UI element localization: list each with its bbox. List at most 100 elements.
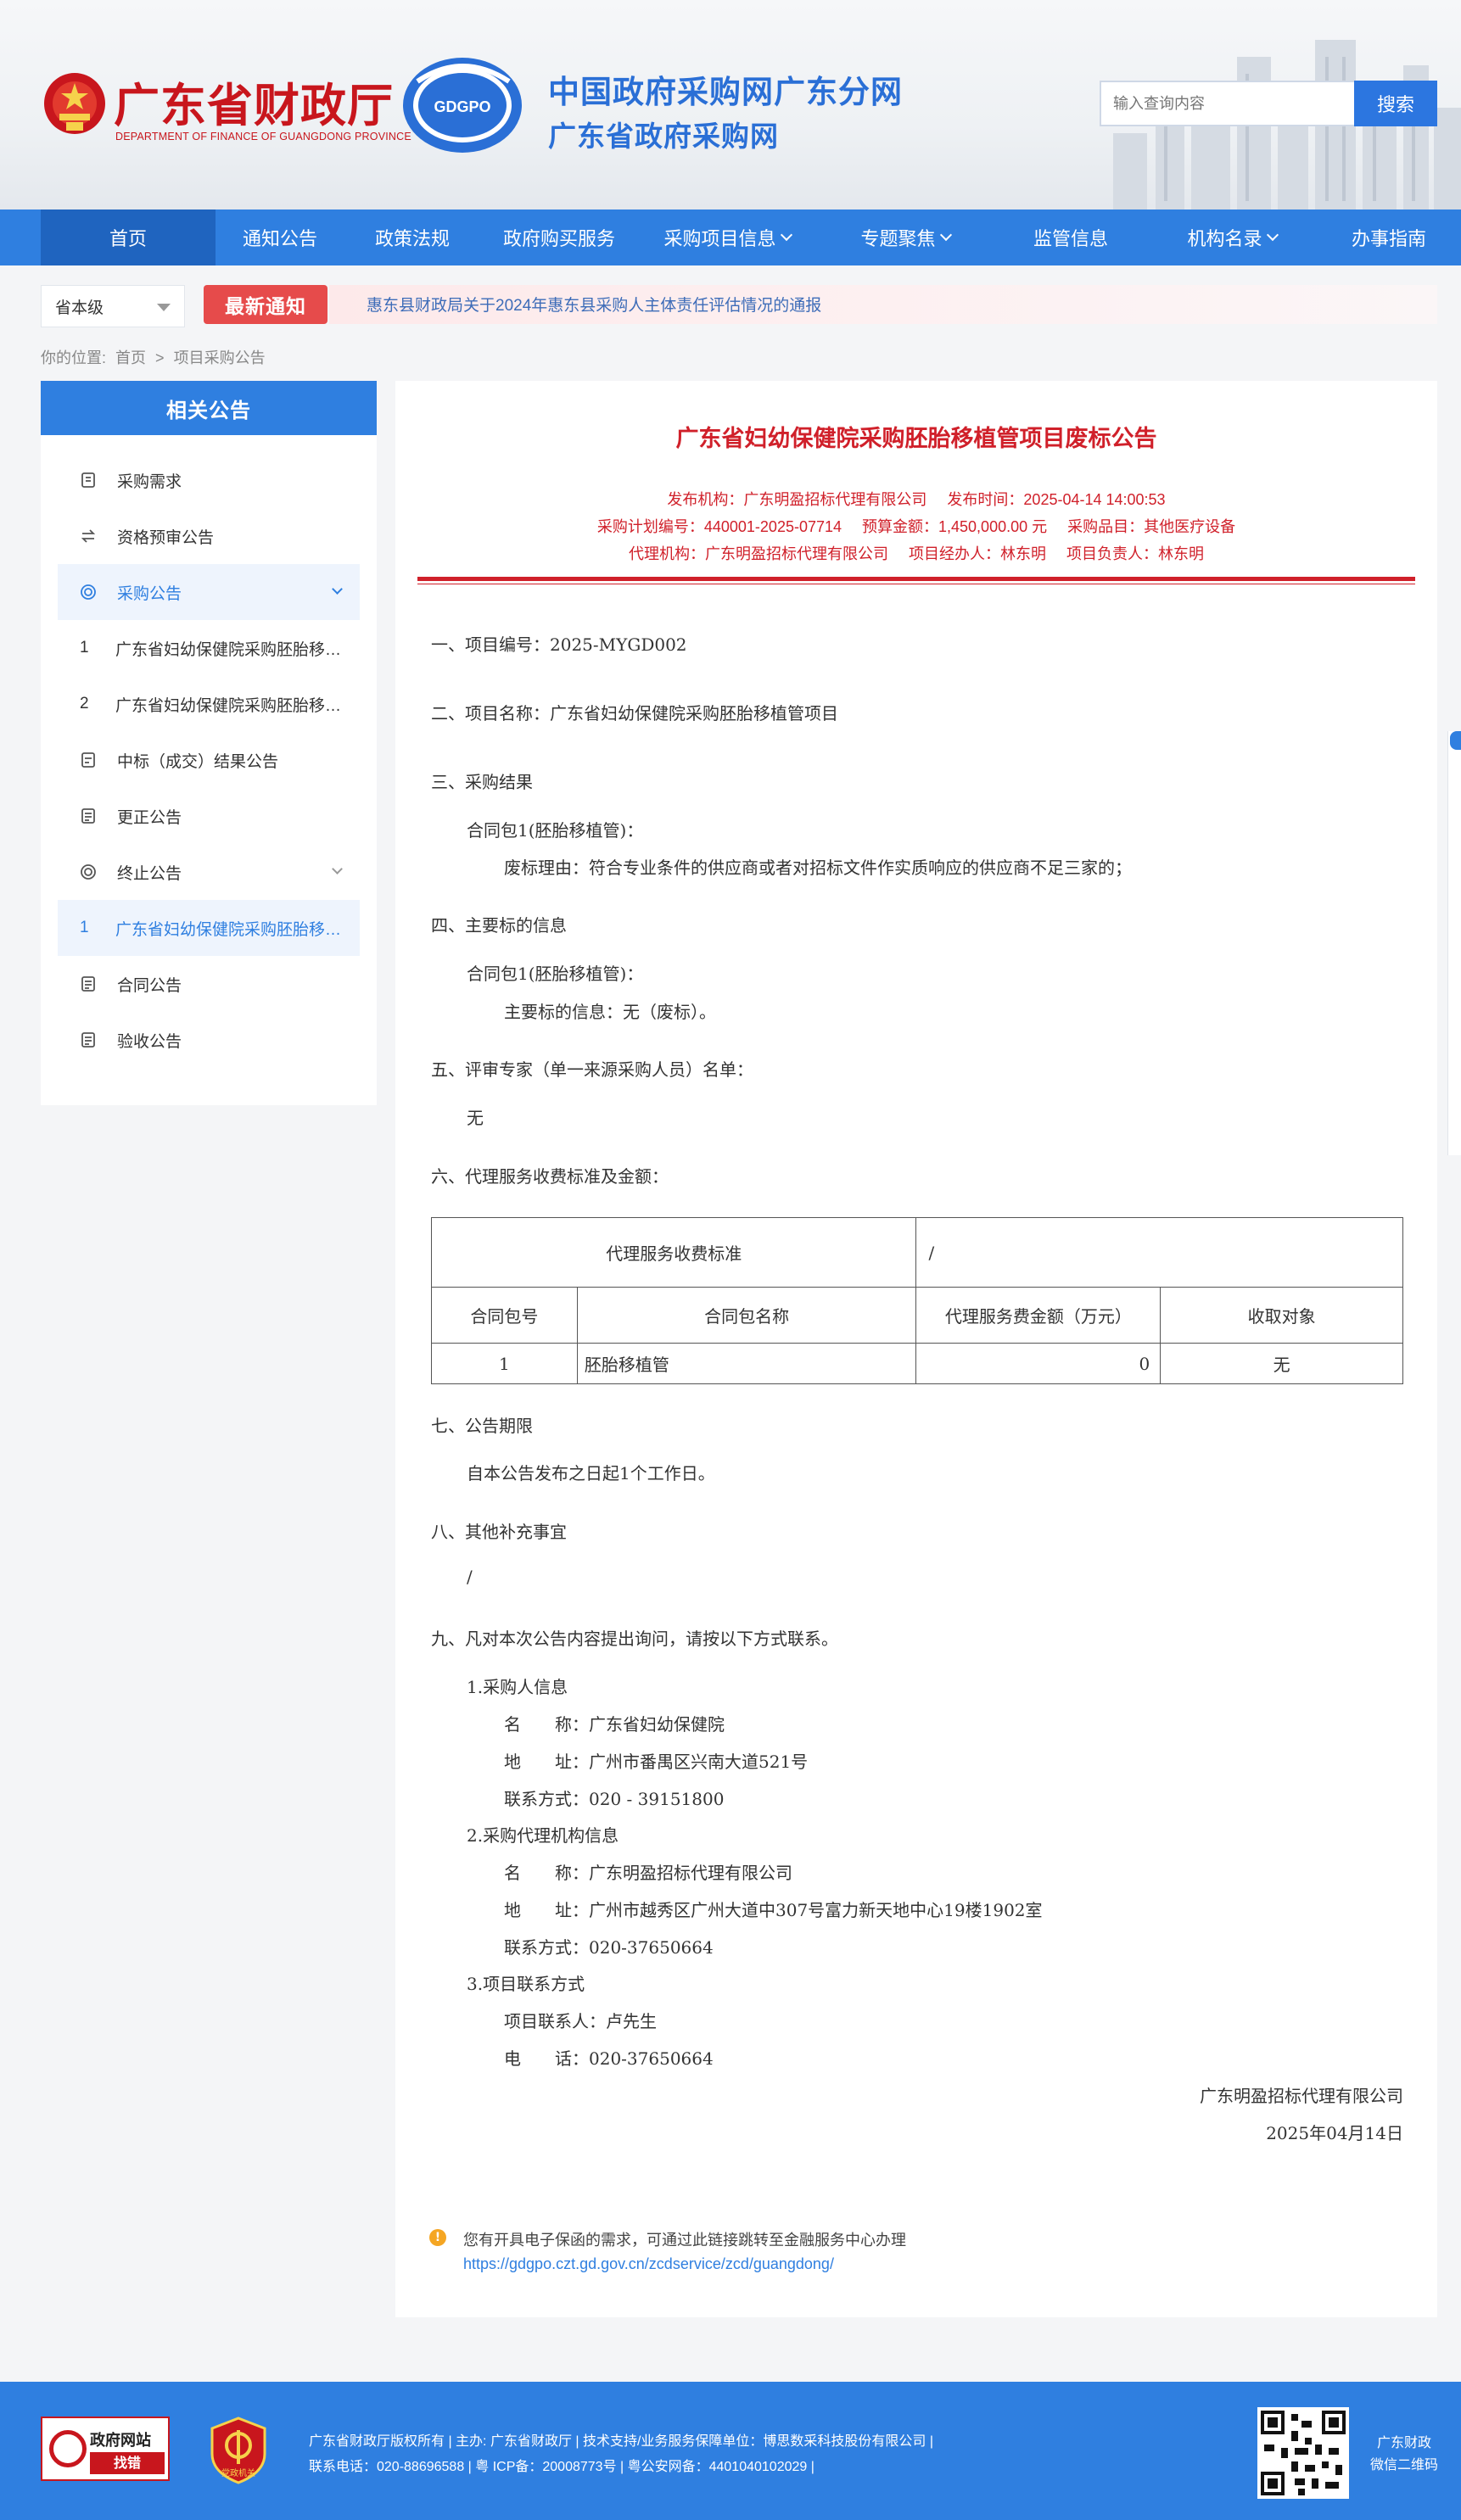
sidebar-item-correction[interactable]: 更正公告: [58, 788, 360, 844]
sidebar-item-prequal[interactable]: 资格预审公告: [58, 508, 360, 564]
contract-package: 合同包1(胚胎移植管)：: [467, 964, 644, 984]
section-project-number: 一、项目编号：2025-MYGD002: [431, 634, 687, 655]
department-title: 广东省财政厅: [114, 78, 394, 132]
sidebar-item-contract[interactable]: 合同公告: [58, 956, 360, 1012]
article-meta-line: 采购计划编号：440001-2025-07714 预算金额：1,450,000.0…: [596, 518, 1236, 535]
contact-line: 项目联系人：卢先生: [504, 2011, 657, 2031]
article-meta-line: 代理机构：广东明盈招标代理有限公司 项目经办人：林东明 项目负责人：林东明: [629, 545, 1204, 562]
swap-icon: [80, 528, 117, 545]
nav-supervision[interactable]: 监管信息: [994, 210, 1147, 265]
signature-org: 广东明盈招标代理有限公司: [1200, 2086, 1403, 2106]
fee-table: 代理服务收费标准 / 合同包号 合同包名称 代理服务费金额（万元） 收取对象 1…: [430, 1217, 1403, 1384]
party-gov-badge-icon[interactable]: 党政机关: [209, 2417, 268, 2484]
gov-site-error-report-badge[interactable]: 政府网站 找错: [41, 2417, 170, 2481]
section-heading: 五、评审专家（单一来源采购人员）名单：: [431, 1059, 753, 1080]
svg-text:党政机关: 党政机关: [221, 2467, 255, 2478]
sidebar-subitem-current[interactable]: 1 广东省妇幼保健院采购胚胎移植管项目: [58, 900, 360, 956]
section-heading: 九、凡对本次公告内容提出询问，请按以下方式联系。: [431, 1629, 838, 1649]
section-project-name: 二、项目名称：广东省妇幼保健院采购胚胎移植管项目: [431, 703, 838, 724]
e-guarantee-link[interactable]: https://gdgpo.czt.gd.gov.cn/zcdservice/z…: [463, 2255, 834, 2273]
nav-topics[interactable]: 专题聚焦: [816, 210, 994, 265]
breadcrumb-home[interactable]: 首页: [115, 349, 146, 366]
notice-link[interactable]: 惠东县财政局关于2024年惠东县采购人主体责任评估情况的通报: [367, 293, 821, 316]
doc-icon: [80, 975, 117, 992]
national-emblem-icon: [44, 73, 105, 134]
contact-line: 名 称：广东明盈招标代理有限公司: [504, 1863, 792, 1883]
notice-period: 自本公告发布之日起1个工作日。: [467, 1463, 715, 1484]
svg-text:GDGPO: GDGPO: [434, 98, 490, 115]
fee-standard-value: /: [915, 1217, 1403, 1288]
site-title: 中国政府采购网广东分网: [548, 74, 903, 110]
list-icon: [80, 472, 117, 489]
e-guarantee-tip: 您有开具电子保函的需求，可通过此链接跳转至金融服务中心办理: [463, 2232, 906, 2249]
title-divider: [417, 577, 1415, 581]
contact-line: 名 称：广东省妇幼保健院: [504, 1714, 725, 1735]
nav-directory[interactable]: 机构名录: [1147, 210, 1317, 265]
contact-line: 联系方式：020-37650664: [504, 1937, 714, 1958]
contact-line: 地 址：广州市越秀区广州大道中307号富力新天地中心19楼1902室: [504, 1900, 1043, 1920]
table-header: 合同包号: [431, 1287, 578, 1344]
site-subtitle: 广东省政府采购网: [548, 120, 779, 153]
nav-notices[interactable]: 通知公告: [216, 210, 344, 265]
breadcrumb-current[interactable]: 项目采购公告: [174, 349, 266, 366]
fee-standard-label: 代理服务收费标准: [430, 1217, 917, 1288]
sidebar-subitem[interactable]: 1 广东省妇幼保健院采购胚胎移植管项目: [58, 620, 360, 676]
search-input[interactable]: [1100, 81, 1356, 126]
nav-guide[interactable]: 办事指南: [1317, 210, 1461, 265]
level-select[interactable]: 省本级: [41, 285, 185, 327]
chevron-down-icon: [1266, 228, 1279, 242]
side-float-tab[interactable]: [1447, 731, 1461, 1155]
table-cell: 0: [915, 1343, 1162, 1384]
table-cell: 胚胎移植管: [576, 1343, 917, 1384]
breadcrumb: 你的位置: 首页 > 项目采购公告: [41, 349, 266, 366]
nav-home[interactable]: 首页: [41, 210, 216, 265]
sidebar-item-termination[interactable]: 终止公告: [58, 844, 360, 900]
section-heading: 八、其他补充事宜: [431, 1522, 567, 1542]
cancel-reason: 废标理由：符合专业条件的供应商或者对招标文件作实质响应的供应商不足三家的；: [504, 858, 1132, 878]
sidebar-subitem[interactable]: 2 广东省妇幼保健院采购胚胎移植管项目: [58, 676, 360, 732]
table-row: 代理服务收费标准 /: [430, 1217, 1403, 1288]
footer-copyright: 广东省财政厅版权所有 | 主办: 广东省财政厅 | 技术支持/业务服务保障单位：…: [309, 2434, 934, 2449]
target-icon: [80, 584, 117, 601]
article-title: 广东省妇幼保健院采购胚胎移植管项目废标公告: [675, 426, 1157, 452]
table-header: 收取对象: [1160, 1287, 1403, 1344]
nav-policies[interactable]: 政策法规: [344, 210, 480, 265]
search-button[interactable]: 搜索: [1354, 81, 1437, 126]
contact-line: 地 址：广州市番禺区兴南大道521号: [504, 1752, 809, 1772]
chevron-down-icon: [332, 584, 343, 595]
signature-date: 2025年04月14日: [1266, 2123, 1403, 2143]
table-cell: 无: [1160, 1343, 1403, 1384]
sidebar-title: 相关公告: [41, 381, 377, 435]
float-tab-handle[interactable]: [1450, 731, 1461, 750]
chevron-down-icon: [780, 228, 792, 242]
other-matters: /: [467, 1567, 473, 1587]
award-icon: [80, 752, 117, 768]
magnifier-icon: [49, 2430, 87, 2467]
doc-icon: [80, 1031, 117, 1048]
sidebar-item-award[interactable]: 中标（成交）结果公告: [58, 732, 360, 788]
nav-gov-services[interactable]: 政府购买服务: [480, 210, 638, 265]
gdgpo-logo[interactable]: GDGPO: [400, 56, 524, 154]
sidebar-item-acceptance[interactable]: 验收公告: [58, 1012, 360, 1068]
site-footer: 政府网站 找错 党政机关 广东省财政厅版权所有 | 主办: 广东省财政厅 | 技…: [0, 2382, 1461, 2520]
footer-contact: 联系电话：020-88696588 | 粤 ICP备：20008773号 | 粤…: [309, 2460, 814, 2474]
table-header: 合同包名称: [576, 1287, 917, 1344]
target-icon: [80, 863, 117, 880]
sidebar-item-demand[interactable]: 采购需求: [58, 452, 360, 508]
chevron-down-icon: [939, 228, 952, 242]
section-heading: 四、主要标的信息: [431, 915, 567, 936]
article-panel: 广东省妇幼保健院采购胚胎移植管项目废标公告 发布机构：广东明盈招标代理有限公司发…: [395, 381, 1437, 2317]
section-heading: 三、采购结果: [431, 772, 533, 792]
info-icon: !: [429, 2229, 446, 2246]
article-meta-line: 发布机构：广东明盈招标代理有限公司 发布时间：2025-04-14 14:00:5…: [667, 491, 1166, 508]
section-heading: 六、代理服务收费标准及金额：: [431, 1166, 669, 1187]
nav-project-info[interactable]: 采购项目信息: [638, 210, 816, 265]
wechat-qr-code-image: [1257, 2407, 1349, 2499]
contact-line: 联系方式：020 - 39151800: [504, 1789, 725, 1809]
sidebar-item-procurement[interactable]: 采购公告: [58, 564, 360, 620]
contact-line: 电 话：020-37650664: [504, 2048, 714, 2069]
expert-list: 无: [467, 1108, 484, 1128]
main-nav: 首页 通知公告 政策法规 政府购买服务 采购项目信息 专题聚焦 监管信息 机构名…: [0, 210, 1461, 265]
table-header-row: 合同包号 合同包名称 代理服务费金额（万元） 收取对象: [431, 1287, 1403, 1344]
chevron-down-icon: [332, 863, 343, 874]
